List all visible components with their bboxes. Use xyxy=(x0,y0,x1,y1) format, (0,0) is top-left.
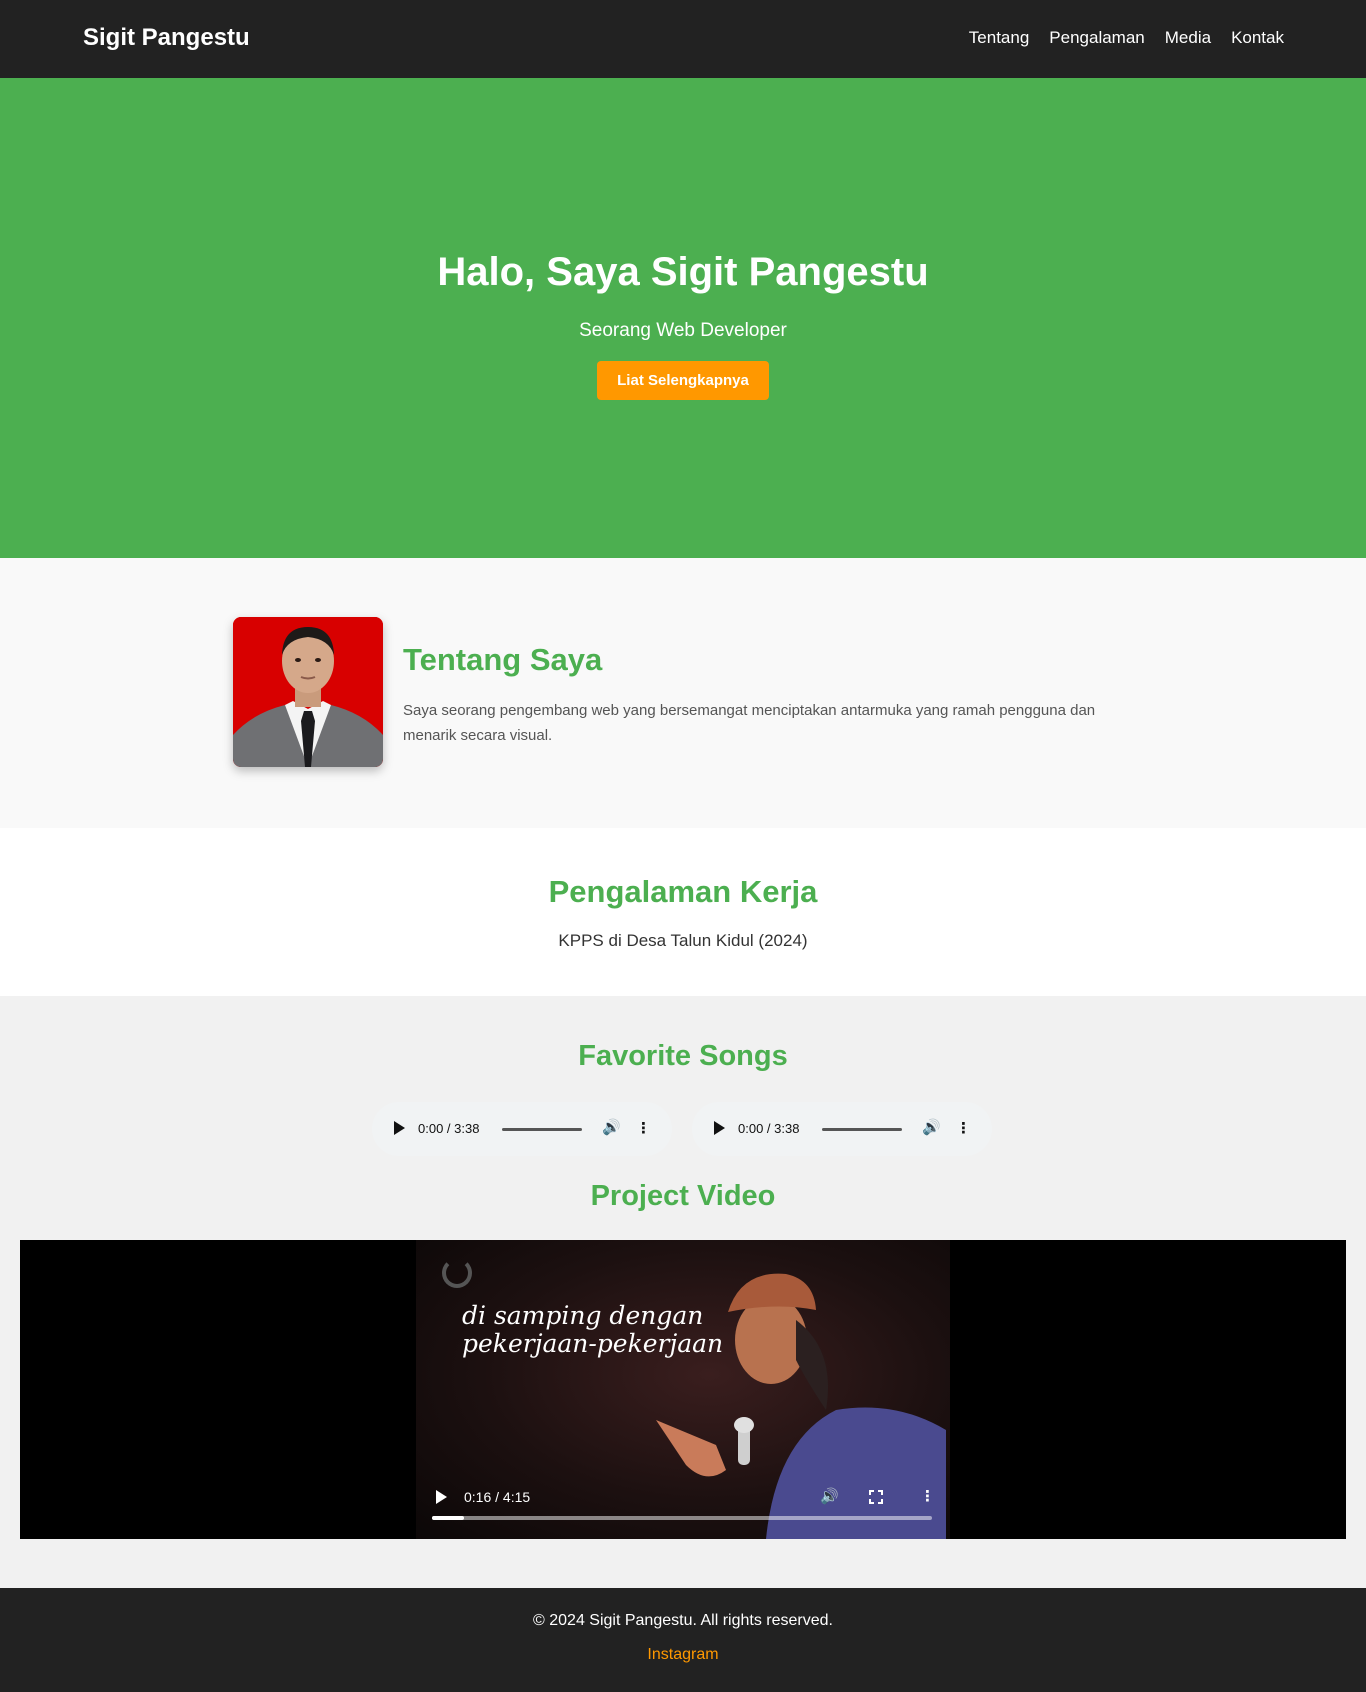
fullscreen-icon[interactable] xyxy=(869,1490,883,1504)
see-more-button[interactable]: Liat Selengkapnya xyxy=(597,361,769,400)
channel-logo-icon xyxy=(442,1258,472,1288)
audio-time: 0:00 / 3:38 xyxy=(418,1121,480,1136)
about-title: Tentang Saya xyxy=(403,642,603,677)
experience-item: KPPS di Desa Talun Kidul (2024) xyxy=(558,931,808,950)
audio-player-1[interactable]: 0:00 / 3:38 🔊 ⋮ xyxy=(372,1102,672,1156)
about-text: Saya seorang pengembang web yang bersema… xyxy=(403,702,1096,744)
nav-link-tentang[interactable]: Tentang xyxy=(969,28,1030,48)
hero-section: Halo, Saya Sigit Pangestu Seorang Web De… xyxy=(0,78,1366,558)
experience-section: Pengalaman Kerja KPPS di Desa Talun Kidu… xyxy=(0,828,1366,996)
audio-time: 0:00 / 3:38 xyxy=(738,1121,800,1136)
profile-photo xyxy=(233,617,383,767)
singer-illustration xyxy=(656,1273,946,1539)
video-more-options-icon[interactable]: ⋮ xyxy=(920,1487,935,1505)
more-options-icon[interactable]: ⋮ xyxy=(636,1119,651,1137)
play-icon[interactable] xyxy=(714,1121,725,1135)
video-title: Project Video xyxy=(590,1180,776,1212)
video-time: 0:16 / 4:15 xyxy=(464,1489,531,1505)
video-seek-bar[interactable] xyxy=(432,1516,932,1520)
volume-icon[interactable]: 🔊 xyxy=(922,1118,941,1136)
copyright-text: © 2024 Sigit Pangestu. All rights reserv… xyxy=(533,1612,833,1629)
navbar: Sigit Pangestu Tentang Pengalaman Media … xyxy=(0,0,1366,78)
audio-seek-bar[interactable] xyxy=(502,1128,582,1131)
more-options-icon[interactable]: ⋮ xyxy=(956,1119,971,1137)
brand-logo[interactable]: Sigit Pangestu xyxy=(83,24,250,52)
video-play-icon[interactable] xyxy=(436,1490,447,1504)
about-section: Tentang Saya Saya seorang pengembang web… xyxy=(0,558,1366,828)
nav-link-pengalaman[interactable]: Pengalaman xyxy=(1049,28,1144,48)
volume-icon[interactable]: 🔊 xyxy=(602,1118,621,1136)
hero-subtitle: Seorang Web Developer xyxy=(579,320,787,341)
video-volume-icon[interactable]: 🔊 xyxy=(820,1487,839,1505)
profile-portrait-image xyxy=(233,617,383,767)
nav-link-kontak[interactable]: Kontak xyxy=(1231,28,1284,48)
hero-title: Halo, Saya Sigit Pangestu xyxy=(437,250,929,294)
audio-player-2[interactable]: 0:00 / 3:38 🔊 ⋮ xyxy=(692,1102,992,1156)
video-player[interactable]: di samping dengan pekerjaan-pekerjaan 0:… xyxy=(20,1240,1346,1539)
nav-links: Tentang Pengalaman Media Kontak xyxy=(969,28,1284,48)
footer: © 2024 Sigit Pangestu. All rights reserv… xyxy=(0,1588,1366,1692)
experience-title: Pengalaman Kerja xyxy=(548,874,818,909)
play-icon[interactable] xyxy=(394,1121,405,1135)
video-watermark xyxy=(688,1422,695,1453)
media-section: Favorite Songs 0:00 / 3:38 🔊 ⋮ 0:00 / 3:… xyxy=(0,996,1366,1588)
nav-link-media[interactable]: Media xyxy=(1165,28,1211,48)
audio-seek-bar[interactable] xyxy=(822,1128,902,1131)
video-progress-fill xyxy=(432,1516,464,1520)
instagram-link[interactable]: Instagram xyxy=(0,1646,1366,1664)
songs-title: Favorite Songs xyxy=(578,1040,788,1072)
